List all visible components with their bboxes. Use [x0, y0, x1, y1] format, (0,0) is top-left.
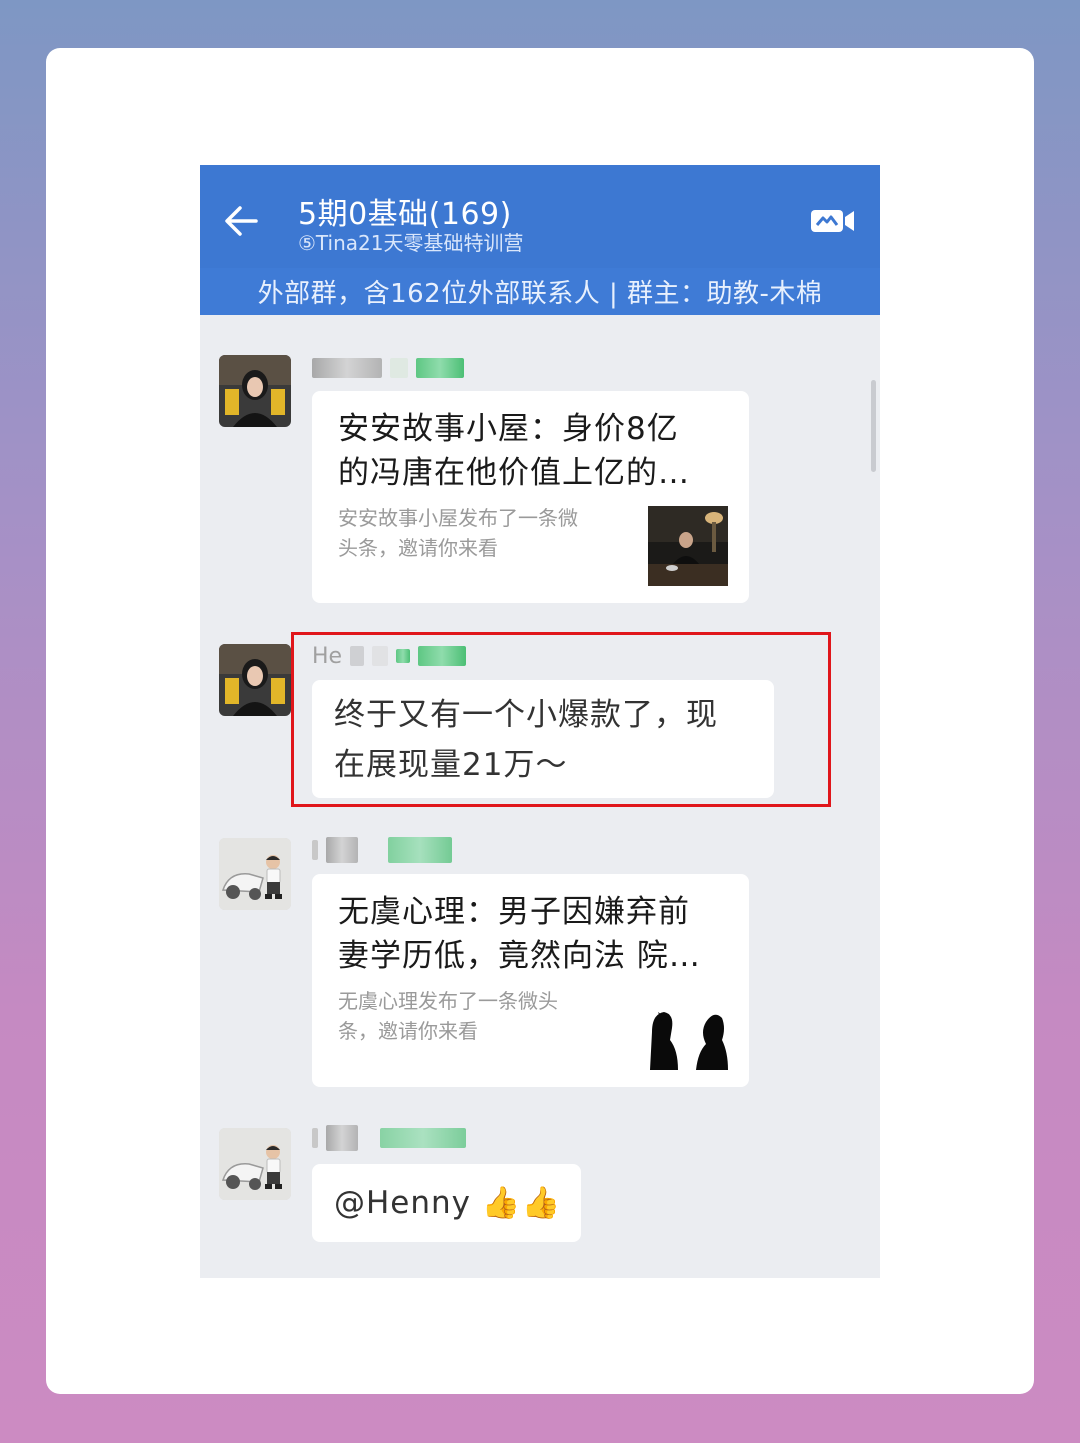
text-message[interactable]: 终于又有一个小爆款了，现 在展现量21万～	[312, 680, 774, 798]
chat-subtitle: ⑤Tina21天零基础特训营	[298, 231, 524, 255]
link-card-message[interactable]: 安安故事小屋：身价8亿 的冯唐在他价值上亿的… 安安故事小屋发布了一条微 头条，…	[312, 391, 749, 603]
blurred-source	[416, 358, 464, 378]
scrollbar[interactable]	[871, 380, 876, 472]
card-description: 头条，邀请你来看	[338, 536, 498, 560]
sender-name	[312, 1125, 466, 1151]
card-title: 妻学历低，竟然向法 院…	[338, 938, 701, 974]
text-message[interactable]: @Henny 👍👍	[312, 1164, 581, 1242]
card-description: 无虞心理发布了一条微头	[338, 989, 558, 1013]
avatar[interactable]	[219, 644, 291, 716]
card-thumbnail	[648, 992, 728, 1072]
card-description: 条，邀请你来看	[338, 1019, 478, 1043]
video-call-icon[interactable]	[810, 207, 856, 235]
chat-header: 5期0基础(169) ⑤Tina21天零基础特训营	[200, 165, 880, 268]
blurred-name	[350, 646, 365, 666]
message-text: 终于又有一个小爆款了，现	[334, 697, 718, 733]
blurred-name	[326, 1125, 358, 1151]
blurred-name	[312, 358, 382, 378]
avatar[interactable]	[219, 838, 291, 910]
card-description: 安安故事小屋发布了一条微	[338, 506, 578, 530]
message-text: @Henny 👍👍	[334, 1185, 562, 1221]
blurred-name	[390, 358, 408, 378]
card-title: 安安故事小屋：身价8亿	[338, 411, 679, 447]
blurred-source	[418, 646, 467, 666]
card-title: 无虞心理：男子因嫌弃前	[338, 894, 690, 930]
sender-name	[312, 837, 452, 863]
avatar[interactable]	[219, 355, 291, 427]
blurred-name	[312, 1128, 318, 1148]
blurred-name	[396, 649, 411, 663]
back-arrow-icon[interactable]	[222, 203, 260, 239]
blurred-name	[312, 840, 318, 860]
blurred-name	[326, 837, 358, 863]
message-text: 在展现量21万～	[334, 747, 568, 783]
link-card-message[interactable]: 无虞心理：男子因嫌弃前 妻学历低，竟然向法 院… 无虞心理发布了一条微头 条，邀…	[312, 874, 749, 1087]
card-thumbnail	[648, 506, 728, 586]
sender-visible-text: He	[312, 643, 343, 669]
sender-name	[312, 355, 464, 381]
chat-window: 5期0基础(169) ⑤Tina21天零基础特训营 外部群，含162位外部联系人…	[200, 165, 880, 1278]
blurred-source	[380, 1128, 466, 1148]
sender-name: He	[312, 643, 467, 669]
group-info-bar[interactable]: 外部群，含162位外部联系人 | 群主：助教-木棉	[200, 268, 880, 315]
avatar[interactable]	[219, 1128, 291, 1200]
card-title: 的冯唐在他价值上亿的…	[338, 455, 690, 491]
blurred-source	[388, 837, 452, 863]
blurred-name	[372, 646, 389, 666]
